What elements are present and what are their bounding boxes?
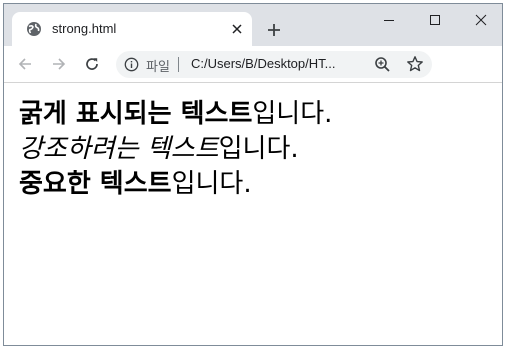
- reload-icon[interactable]: [81, 53, 103, 75]
- globe-icon: [26, 21, 42, 37]
- window-close-icon[interactable]: [458, 4, 502, 36]
- browser-toolbar: 파일 C:/Users/B/Desktop/HT...: [4, 46, 502, 83]
- browser-tab[interactable]: strong.html: [12, 12, 252, 46]
- title-bar: strong.html: [4, 4, 502, 46]
- arrow-right-icon[interactable]: [48, 53, 70, 75]
- content-line-2: 강조하려는 텍스트입니다.: [19, 132, 502, 167]
- omnibox-divider: [178, 57, 179, 72]
- star-icon[interactable]: [406, 55, 424, 73]
- plain-text: 입니다.: [252, 99, 333, 129]
- tab-title: strong.html: [52, 21, 117, 36]
- address-bar[interactable]: 파일 C:/Users/B/Desktop/HT...: [116, 51, 432, 78]
- arrow-left-icon[interactable]: [14, 53, 36, 75]
- new-tab-plus-icon[interactable]: [264, 20, 284, 40]
- plain-text: 입니다.: [171, 169, 252, 199]
- minimize-icon[interactable]: [366, 4, 412, 36]
- emphasized-text: 강조하려는 텍스트: [19, 134, 219, 164]
- zoom-icon[interactable]: [374, 56, 391, 73]
- info-icon[interactable]: [124, 57, 139, 72]
- content-line-3: 중요한 텍스트입니다.: [19, 167, 502, 202]
- plain-text: 입니다.: [218, 134, 299, 164]
- browser-window: strong.html 파일 C:/Users/B/Desktop/HT... …: [3, 3, 503, 346]
- file-scheme-label: 파일: [146, 60, 170, 75]
- url-text[interactable]: C:/Users/B/Desktop/HT...: [191, 56, 335, 71]
- maximize-icon[interactable]: [412, 4, 458, 36]
- content-line-1: 굵게 표시되는 텍스트입니다.: [19, 97, 502, 132]
- tab-close-icon[interactable]: [228, 20, 246, 38]
- page-content: 굵게 표시되는 텍스트입니다. 강조하려는 텍스트입니다. 중요한 텍스트입니다…: [4, 83, 502, 202]
- important-text: 중요한 텍스트: [19, 169, 172, 199]
- bold-text: 굵게 표시되는 텍스트: [19, 99, 253, 129]
